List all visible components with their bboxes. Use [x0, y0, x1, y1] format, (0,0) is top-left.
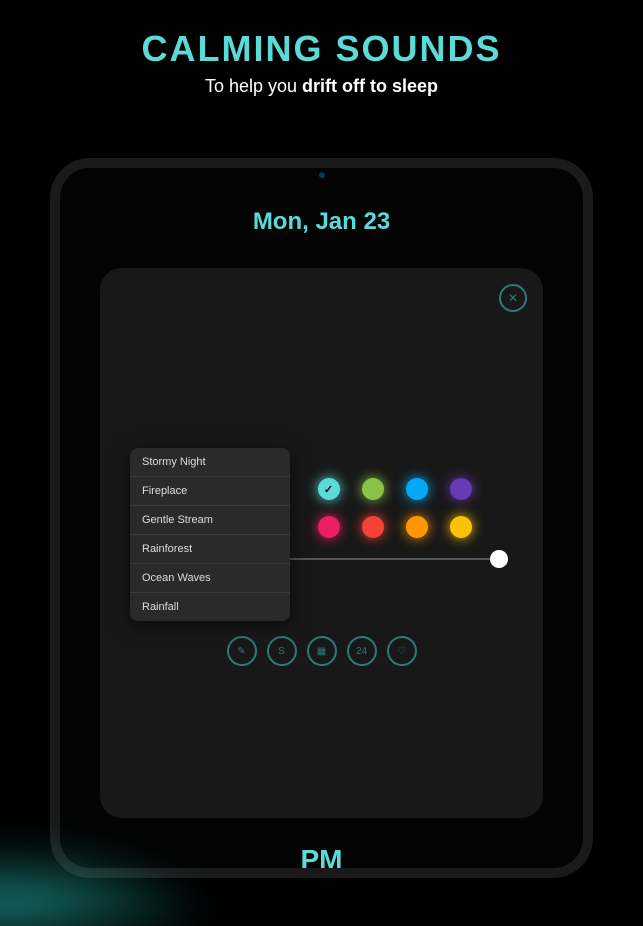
sound-menu-item[interactable]: Gentle Stream [130, 506, 290, 535]
ampm-label: PM [301, 844, 343, 876]
sound-menu-item[interactable]: Stormy Night [130, 448, 290, 477]
color-swatch[interactable] [406, 516, 428, 538]
close-icon: ✕ [508, 291, 518, 305]
sound-menu-item[interactable]: Fireplace [130, 477, 290, 506]
color-swatch[interactable] [450, 516, 472, 538]
sound-menu-item[interactable]: Rainforest [130, 535, 290, 564]
color-swatch[interactable] [362, 516, 384, 538]
sound-menu-item[interactable]: Ocean Waves [130, 564, 290, 593]
tablet-frame: Mon, Jan 23 ✕ ✓ 🔊 ✎S▦24♡ Stormy NightFir… [50, 158, 593, 878]
edit-icon[interactable]: ✎ [227, 636, 257, 666]
color-swatch[interactable] [318, 516, 340, 538]
promo-title: CALMING SOUNDS [0, 28, 643, 70]
brightness-slider-handle[interactable] [490, 550, 508, 568]
color-swatch[interactable] [362, 478, 384, 500]
promo-subtitle: To help you drift off to sleep [0, 76, 643, 97]
settings-card: ✕ ✓ 🔊 ✎S▦24♡ Stormy NightFireplaceGentle… [100, 268, 543, 818]
sound-menu: Stormy NightFireplaceGentle StreamRainfo… [130, 448, 290, 621]
camera-dot [319, 172, 325, 178]
promo-subtitle-pre: To help you [205, 76, 302, 96]
color-swatch[interactable] [450, 478, 472, 500]
snooze-icon[interactable]: S [267, 636, 297, 666]
date-title: Mon, Jan 23 [60, 208, 583, 236]
bottom-icon-row: ✎ S ▦ 24 ♡ [227, 636, 417, 666]
timeformat-icon[interactable]: 24 [347, 636, 377, 666]
close-button[interactable]: ✕ [499, 284, 527, 312]
color-swatch[interactable]: ✓ [318, 478, 340, 500]
calendar-icon[interactable]: ▦ [307, 636, 337, 666]
promo-subtitle-bold: drift off to sleep [302, 76, 438, 96]
decorative-glow [0, 826, 250, 926]
sound-menu-item[interactable]: Rainfall [130, 593, 290, 621]
color-swatch[interactable] [406, 478, 428, 500]
heart-icon[interactable]: ♡ [387, 636, 417, 666]
